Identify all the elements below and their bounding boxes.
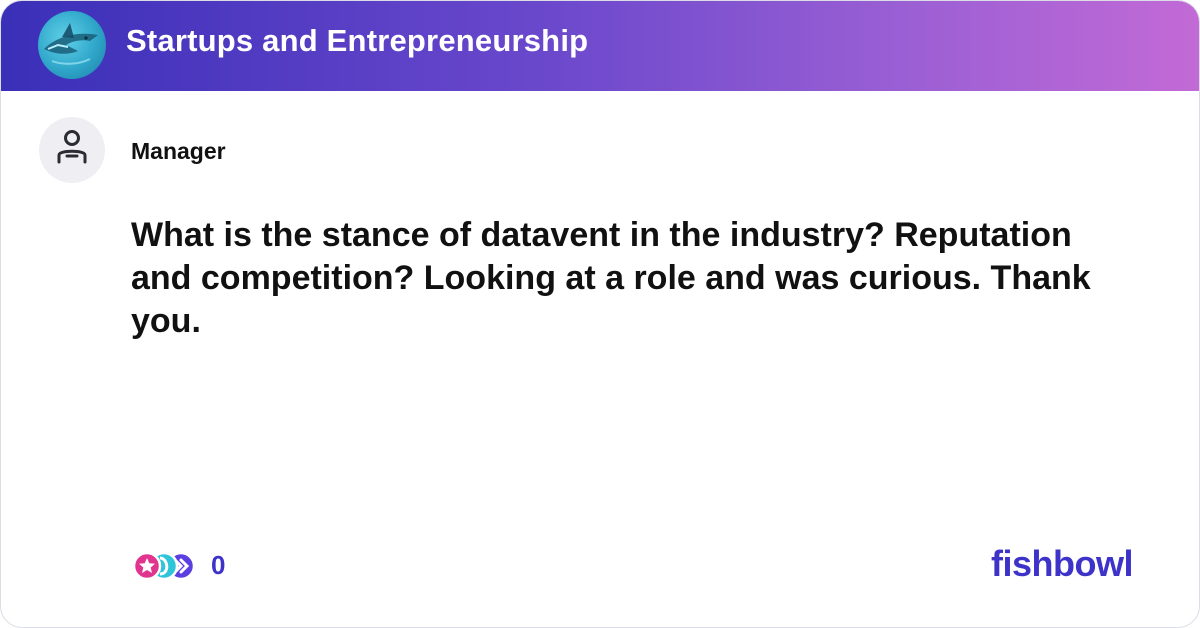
fishbowl-logo[interactable]: fishbowl	[991, 543, 1134, 585]
avatar[interactable]	[39, 117, 105, 183]
bowl-title[interactable]: Startups and Entrepreneurship	[126, 23, 588, 59]
post-body[interactable]: What is the stance of datavent in the in…	[131, 214, 1131, 343]
author-name[interactable]: Manager	[131, 138, 226, 165]
reaction-count[interactable]: 0	[211, 550, 225, 581]
bowl-header[interactable]: Startups and Entrepreneurship	[1, 1, 1199, 91]
heart-reaction-icon	[132, 551, 162, 581]
user-icon	[57, 130, 87, 164]
post-card: Startups and Entrepreneurship Manager Wh…	[0, 0, 1200, 628]
reaction-icons[interactable]	[131, 549, 201, 583]
shark-icon[interactable]	[38, 11, 106, 79]
